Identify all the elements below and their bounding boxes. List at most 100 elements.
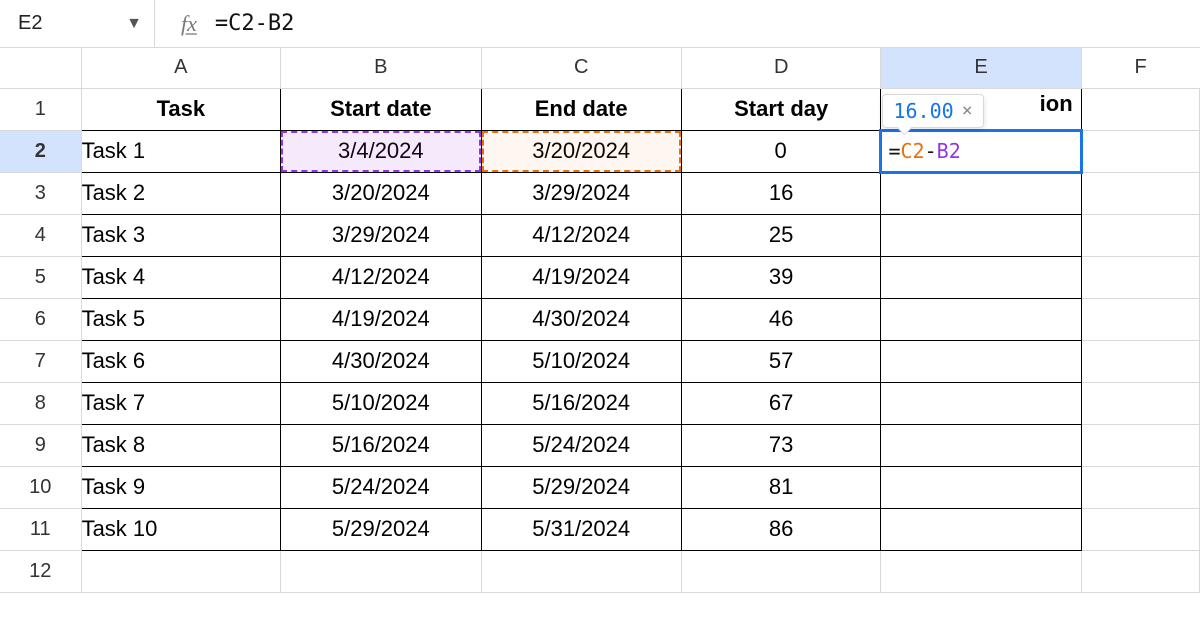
cell-C9[interactable]: 5/24/2024 xyxy=(481,424,681,466)
cell-B11[interactable]: 5/29/2024 xyxy=(281,508,481,550)
cell-C6[interactable]: 4/30/2024 xyxy=(481,298,681,340)
cell-A11[interactable]: Task 10 xyxy=(81,508,281,550)
cell-B9[interactable]: 5/16/2024 xyxy=(281,424,481,466)
cell-E12[interactable] xyxy=(881,550,1081,592)
cell-D4[interactable]: 25 xyxy=(681,214,881,256)
cell-E7[interactable] xyxy=(881,340,1081,382)
name-box[interactable]: E2 ▼ xyxy=(0,0,155,47)
row-header-12[interactable]: 12 xyxy=(0,550,81,592)
row-header-5[interactable]: 5 xyxy=(0,256,81,298)
cell-C3[interactable]: 3/29/2024 xyxy=(481,172,681,214)
cell-E8[interactable] xyxy=(881,382,1081,424)
cell-A5[interactable]: Task 4 xyxy=(81,256,281,298)
cell-B2[interactable]: 3/4/2024 xyxy=(281,130,481,172)
cell-F5[interactable] xyxy=(1081,256,1199,298)
cell-D2[interactable]: 0 xyxy=(681,130,881,172)
cell-D11[interactable]: 86 xyxy=(681,508,881,550)
cell-C10[interactable]: 5/29/2024 xyxy=(481,466,681,508)
cell-B8[interactable]: 5/10/2024 xyxy=(281,382,481,424)
row-header-3[interactable]: 3 xyxy=(0,172,81,214)
cell-B3[interactable]: 3/20/2024 xyxy=(281,172,481,214)
cell-B4[interactable]: 3/29/2024 xyxy=(281,214,481,256)
cell-C12[interactable] xyxy=(481,550,681,592)
cell-E3[interactable] xyxy=(881,172,1081,214)
cell-A9[interactable]: Task 8 xyxy=(81,424,281,466)
row-header-2[interactable]: 2 xyxy=(0,130,81,172)
cell-A6[interactable]: Task 5 xyxy=(81,298,281,340)
cell-C7[interactable]: 5/10/2024 xyxy=(481,340,681,382)
cell-A1[interactable]: Task xyxy=(81,88,281,130)
cell-F3[interactable] xyxy=(1081,172,1199,214)
cell-E6[interactable] xyxy=(881,298,1081,340)
cell-B1[interactable]: Start date xyxy=(281,88,481,130)
cell-F8[interactable] xyxy=(1081,382,1199,424)
cell-C11[interactable]: 5/31/2024 xyxy=(481,508,681,550)
col-header-e[interactable]: E xyxy=(881,48,1081,88)
formula-result-value: 16.00 xyxy=(893,99,953,123)
col-header-d[interactable]: D xyxy=(681,48,881,88)
cell-B10[interactable]: 5/24/2024 xyxy=(281,466,481,508)
cell-E5[interactable] xyxy=(881,256,1081,298)
row-header-10[interactable]: 10 xyxy=(0,466,81,508)
cell-F12[interactable] xyxy=(1081,550,1199,592)
row-header-6[interactable]: 6 xyxy=(0,298,81,340)
cell-D3[interactable]: 16 xyxy=(681,172,881,214)
row-header-11[interactable]: 11 xyxy=(0,508,81,550)
row-header-8[interactable]: 8 xyxy=(0,382,81,424)
formula-bar: E2 ▼ fx =C2-B2 xyxy=(0,0,1200,48)
cell-C4[interactable]: 4/12/2024 xyxy=(481,214,681,256)
cell-F4[interactable] xyxy=(1081,214,1199,256)
col-header-f[interactable]: F xyxy=(1081,48,1199,88)
cell-F11[interactable] xyxy=(1081,508,1199,550)
cell-C2[interactable]: 3/20/2024 xyxy=(481,130,681,172)
cell-C8[interactable]: 5/16/2024 xyxy=(481,382,681,424)
cell-D1[interactable]: Start day xyxy=(681,88,881,130)
cell-C1[interactable]: End date xyxy=(481,88,681,130)
cell-D6[interactable]: 46 xyxy=(681,298,881,340)
formula-input[interactable]: =C2-B2 xyxy=(215,0,1200,47)
cell-B5[interactable]: 4/12/2024 xyxy=(281,256,481,298)
cell-A3[interactable]: Task 2 xyxy=(81,172,281,214)
cell-B12[interactable] xyxy=(281,550,481,592)
chevron-down-icon[interactable]: ▼ xyxy=(126,15,142,33)
cell-F7[interactable] xyxy=(1081,340,1199,382)
fx-icon: fx xyxy=(155,11,215,37)
cell-F10[interactable] xyxy=(1081,466,1199,508)
cell-D7[interactable]: 57 xyxy=(681,340,881,382)
row-header-9[interactable]: 9 xyxy=(0,424,81,466)
cell-C5[interactable]: 4/19/2024 xyxy=(481,256,681,298)
cell-A2[interactable]: Task 1 xyxy=(81,130,281,172)
cell-F9[interactable] xyxy=(1081,424,1199,466)
cell-F2[interactable] xyxy=(1081,130,1199,172)
cell-A7[interactable]: Task 6 xyxy=(81,340,281,382)
row-header-7[interactable]: 7 xyxy=(0,340,81,382)
close-icon[interactable]: × xyxy=(962,100,973,121)
cell-E9[interactable] xyxy=(881,424,1081,466)
cell-F1[interactable] xyxy=(1081,88,1199,130)
cell-A10[interactable]: Task 9 xyxy=(81,466,281,508)
cell-A4[interactable]: Task 3 xyxy=(81,214,281,256)
cell-E4[interactable] xyxy=(881,214,1081,256)
cell-E11[interactable] xyxy=(881,508,1081,550)
cell-D5[interactable]: 39 xyxy=(681,256,881,298)
cell-F6[interactable] xyxy=(1081,298,1199,340)
cell-A8[interactable]: Task 7 xyxy=(81,382,281,424)
cell-B7[interactable]: 4/30/2024 xyxy=(281,340,481,382)
col-header-a[interactable]: A xyxy=(81,48,281,88)
cell-D10[interactable]: 81 xyxy=(681,466,881,508)
cell-E2-editing[interactable]: 16.00 × =C2-B2 xyxy=(881,130,1081,172)
cell-E1-partial: ion xyxy=(1040,91,1073,117)
row-header-1[interactable]: 1 xyxy=(0,88,81,130)
spreadsheet-grid[interactable]: A B C D E F 1 Task Start date End date S… xyxy=(0,48,1200,593)
cell-editor[interactable]: =C2-B2 xyxy=(882,139,1079,163)
col-header-c[interactable]: C xyxy=(481,48,681,88)
col-header-b[interactable]: B xyxy=(281,48,481,88)
select-all-corner[interactable] xyxy=(0,48,81,88)
cell-E10[interactable] xyxy=(881,466,1081,508)
cell-A12[interactable] xyxy=(81,550,281,592)
cell-D12[interactable] xyxy=(681,550,881,592)
row-header-4[interactable]: 4 xyxy=(0,214,81,256)
cell-D9[interactable]: 73 xyxy=(681,424,881,466)
cell-D8[interactable]: 67 xyxy=(681,382,881,424)
cell-B6[interactable]: 4/19/2024 xyxy=(281,298,481,340)
